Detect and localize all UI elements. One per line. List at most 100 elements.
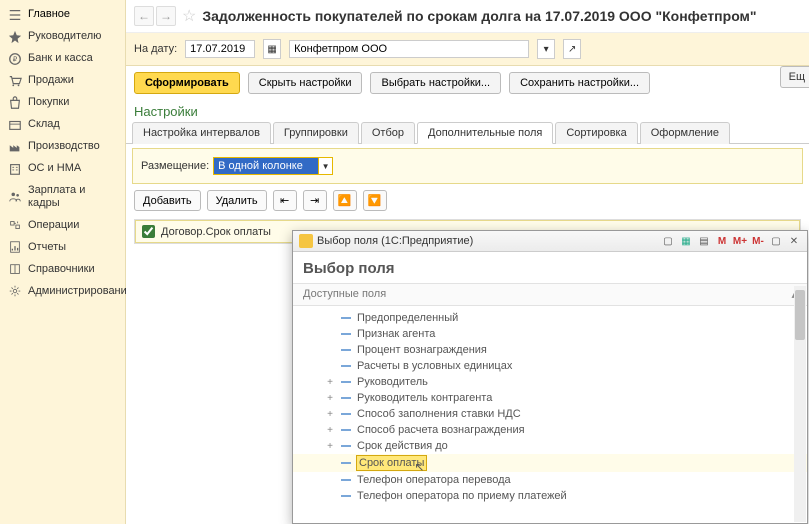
placement-dropdown-icon[interactable]: ▼: [318, 158, 332, 174]
sidebar-item-sklad[interactable]: Склад: [0, 114, 125, 136]
sidebar-item-rukovoditelyu[interactable]: Руководителю: [0, 26, 125, 48]
tree-row[interactable]: Телефон оператора перевода: [293, 472, 807, 488]
move-down-button[interactable]: 🔽: [363, 190, 387, 211]
tree-row[interactable]: Расчеты в условных единицах: [293, 358, 807, 374]
action-bar: Сформировать Скрыть настройки Выбрать на…: [126, 66, 809, 100]
more-button[interactable]: Ещ: [780, 66, 809, 88]
sidebar-item-otchety[interactable]: Отчеты: [0, 236, 125, 258]
tree-row-label: Телефон оператора перевода: [357, 474, 511, 486]
move-right-button[interactable]: ⇥: [303, 190, 327, 211]
bullet-icon: [341, 445, 351, 447]
sidebar-item-bank[interactable]: ₽ Банк и касса: [0, 48, 125, 70]
bullet-icon: [341, 462, 351, 464]
cursor-icon: ↖: [414, 460, 424, 474]
save-settings-button[interactable]: Сохранить настройки...: [509, 72, 650, 94]
sidebar-item-admin[interactable]: Администрирование: [0, 280, 125, 302]
delete-button[interactable]: Удалить: [207, 190, 267, 211]
tree-row[interactable]: + Срок действия до: [293, 438, 807, 454]
tree-row-label: Процент вознаграждения: [357, 344, 487, 356]
calendar-icon[interactable]: ▦: [679, 234, 693, 248]
generate-button[interactable]: Сформировать: [134, 72, 240, 94]
placement-select[interactable]: В одной колонке ▼: [213, 157, 333, 175]
popup-window-title: Выбор поля (1С:Предприятие): [317, 235, 473, 247]
sidebar-item-proizvodstvo[interactable]: Производство: [0, 136, 125, 158]
report-icon: [8, 240, 22, 254]
sidebar-item-label: Главное: [28, 8, 70, 21]
date-input[interactable]: [185, 40, 255, 58]
field-row-checkbox[interactable]: [142, 225, 155, 238]
sidebar-item-pokupki[interactable]: Покупки: [0, 92, 125, 114]
box-icon: [8, 118, 22, 132]
factory-icon: [8, 140, 22, 154]
scrollbar[interactable]: [794, 286, 806, 522]
expand-icon[interactable]: +: [325, 441, 335, 452]
org-input[interactable]: [289, 40, 529, 58]
nav-back-button[interactable]: ←: [134, 6, 154, 26]
sidebar-item-os-nma[interactable]: ОС и НМА: [0, 158, 125, 180]
settings-tabs: Настройка интервалов Группировки Отбор Д…: [126, 121, 809, 144]
sidebar-item-label: Производство: [28, 140, 100, 153]
tree-row[interactable]: Процент вознаграждения: [293, 342, 807, 358]
tree-row-label: Руководитель контрагента: [357, 392, 492, 404]
bullet-icon: [341, 349, 351, 351]
tree-row[interactable]: Телефон оператора по приему платежей: [293, 488, 807, 504]
menu-icon: [8, 8, 22, 22]
tree-row[interactable]: +Руководитель: [293, 374, 807, 390]
hide-settings-button[interactable]: Скрыть настройки: [248, 72, 363, 94]
m-button[interactable]: M: [715, 234, 729, 248]
move-up-button[interactable]: 🔼: [333, 190, 357, 211]
scrollbar-thumb[interactable]: [795, 290, 805, 340]
tab-filter[interactable]: Отбор: [361, 122, 415, 144]
sidebar-item-label: Операции: [28, 219, 79, 232]
tree-row[interactable]: Предопределенный: [293, 310, 807, 326]
bullet-icon: [341, 381, 351, 383]
print-icon[interactable]: ▤: [697, 234, 711, 248]
expand-icon[interactable]: +: [325, 377, 335, 388]
header: ← → ☆ Задолженность покупателей по срока…: [126, 0, 809, 33]
org-dropdown-button[interactable]: ▾: [537, 39, 555, 59]
sidebar-item-glavnoe[interactable]: Главное: [0, 4, 125, 26]
placement-row: Размещение: В одной колонке ▼: [132, 148, 803, 184]
popup-titlebar[interactable]: Выбор поля (1С:Предприятие) ▢ ▦ ▤ M M+ M…: [293, 231, 807, 252]
building-icon: [8, 162, 22, 176]
sidebar: Главное Руководителю ₽ Банк и касса Прод…: [0, 0, 126, 524]
calendar-button[interactable]: ▦: [263, 39, 281, 59]
choose-settings-button[interactable]: Выбрать настройки...: [370, 72, 501, 94]
org-open-button[interactable]: ↗: [563, 39, 581, 59]
minimize-button[interactable]: ▢: [769, 234, 783, 248]
m-plus-button[interactable]: M+: [733, 234, 747, 248]
tree-row[interactable]: + Руководитель контрагента: [293, 390, 807, 406]
nav-forward-button[interactable]: →: [156, 6, 176, 26]
expand-icon[interactable]: +: [325, 425, 335, 436]
tree-area[interactable]: ПредопределенныйПризнак агента Процент во…: [293, 306, 807, 524]
sidebar-item-label: ОС и НМА: [28, 162, 81, 175]
close-button[interactable]: ✕: [787, 234, 801, 248]
tree-row-label: Срок действия до: [357, 440, 448, 452]
favorite-star-icon[interactable]: ☆: [182, 6, 196, 26]
m-minus-button[interactable]: M-: [751, 234, 765, 248]
sidebar-item-spravochniki[interactable]: Справочники: [0, 258, 125, 280]
expand-icon[interactable]: +: [325, 393, 335, 404]
tab-formatting[interactable]: Оформление: [640, 122, 730, 144]
calc-icon[interactable]: ▢: [661, 234, 675, 248]
add-button[interactable]: Добавить: [134, 190, 201, 211]
tab-additional-fields[interactable]: Дополнительные поля: [417, 122, 553, 144]
tab-intervals[interactable]: Настройка интервалов: [132, 122, 271, 144]
tab-groupings[interactable]: Группировки: [273, 122, 359, 144]
move-left-button[interactable]: ⇤: [273, 190, 297, 211]
expand-icon[interactable]: +: [325, 409, 335, 420]
popup-subtitle: Доступные поля: [303, 288, 386, 301]
tree-row[interactable]: Срок оплаты↖: [293, 454, 807, 472]
sidebar-item-label: Склад: [28, 118, 60, 131]
sidebar-item-label: Продажи: [28, 74, 74, 87]
sidebar-item-operatsii[interactable]: Операции: [0, 214, 125, 236]
settings-title: Настройки: [126, 100, 809, 121]
sidebar-item-prodazhi[interactable]: Продажи: [0, 70, 125, 92]
tree-row[interactable]: +Способ заполнения ставки НДС: [293, 406, 807, 422]
sidebar-item-zarplata[interactable]: Зарплата и кадры: [0, 180, 125, 214]
tab-sorting[interactable]: Сортировка: [555, 122, 637, 144]
tree-row[interactable]: +Способ расчета вознаграждения: [293, 422, 807, 438]
operations-icon: [8, 218, 22, 232]
sidebar-item-label: Банк и касса: [28, 52, 93, 65]
tree-row[interactable]: Признак агента: [293, 326, 807, 342]
